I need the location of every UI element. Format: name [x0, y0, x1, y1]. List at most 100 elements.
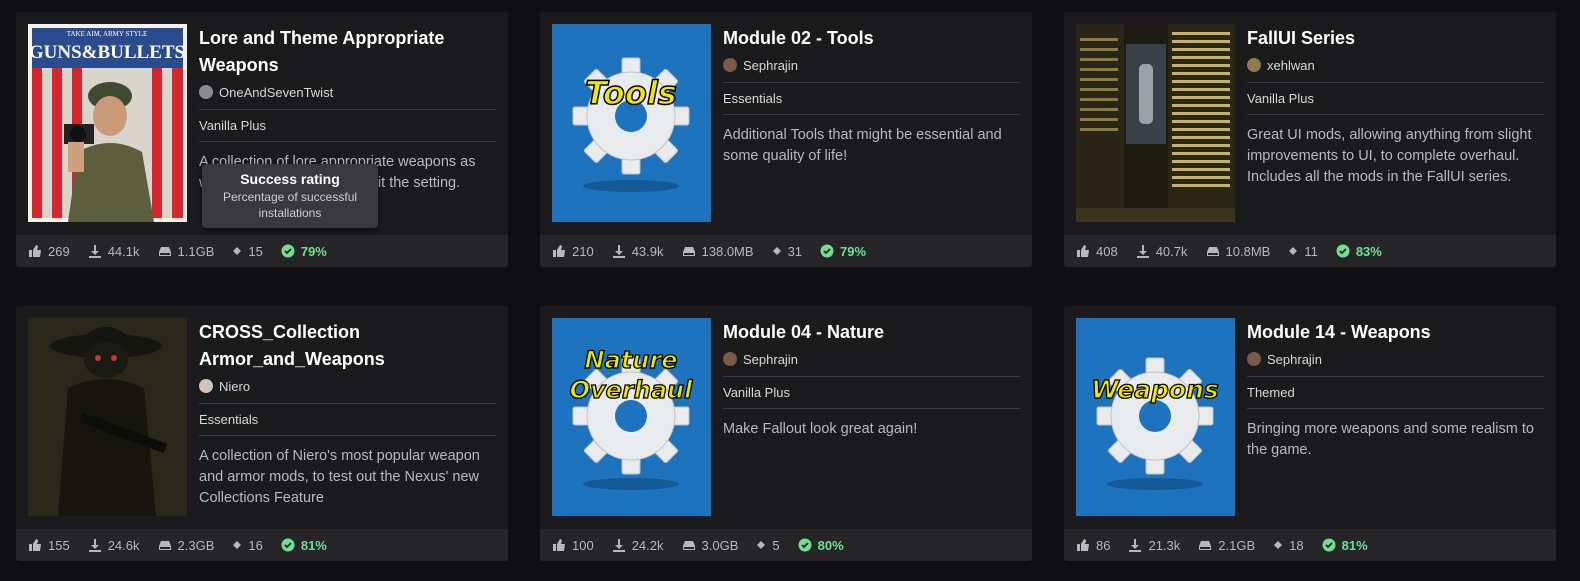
diamond-icon [233, 541, 242, 549]
svg-text:TAKE AIM, ARMY STYLE: TAKE AIM, ARMY STYLE [67, 30, 147, 38]
collection-description: Bringing more weapons and some realism t… [1247, 421, 1534, 458]
downloads-stat: 40.7k [1136, 244, 1188, 259]
download-icon [88, 245, 101, 258]
thumbnail-label-line2: Overhaul [570, 376, 694, 404]
collection-card[interactable]: TAKE AIM, ARMY STYLE GUNS&BULLETS Lore a… [16, 12, 508, 267]
thumbnail-label: Weapons [1091, 375, 1219, 404]
check-circle-icon [1322, 538, 1336, 552]
collection-card[interactable]: Tools Module 02 - Tools Sephrajin Essent… [540, 12, 1032, 267]
collection-title[interactable]: FallUI Series [1247, 25, 1544, 52]
success-rating-stat[interactable]: 79% [281, 244, 327, 259]
category-label: Themed [1247, 376, 1544, 409]
check-circle-icon [820, 244, 834, 258]
thumbs-up-icon [553, 245, 565, 257]
download-icon [88, 539, 101, 552]
category-label: Vanilla Plus [723, 376, 1020, 409]
collection-description: Additional Tools that might be essential… [723, 127, 1002, 164]
collection-thumbnail[interactable]: Weapons [1076, 318, 1235, 516]
collection-title[interactable]: CROSS_Collection Armor_and_Weapons [199, 319, 496, 373]
collection-title[interactable]: Module 02 - Tools [723, 25, 1020, 52]
gear-thumbnail: Tools [552, 24, 711, 222]
thumbs-up-icon [29, 245, 41, 257]
gear-thumbnail: Nature Overhaul [552, 318, 711, 516]
stats-bar: 155 24.6k 2.3GB 16 81% [16, 529, 508, 561]
collection-title[interactable]: Module 04 - Nature [723, 319, 1020, 346]
collection-card[interactable]: Weapons Module 14 - Weapons Sephrajin Th… [1064, 306, 1556, 561]
check-circle-icon [281, 244, 295, 258]
collections-grid: TAKE AIM, ARMY STYLE GUNS&BULLETS Lore a… [16, 12, 1556, 561]
check-circle-icon [281, 538, 295, 552]
author-avatar [723, 58, 737, 72]
author-avatar [1247, 352, 1261, 366]
download-icon [612, 539, 625, 552]
size-stat: 1.1GB [158, 244, 214, 259]
armored-soldier-image [28, 318, 187, 516]
diamond-icon [1274, 541, 1283, 549]
collection-card[interactable]: CROSS_Collection Armor_and_Weapons Niero… [16, 306, 508, 561]
author-name[interactable]: Niero [219, 379, 250, 394]
size-stat: 10.8MB [1206, 244, 1270, 259]
stats-bar: 269 44.1k 1.1GB 15 79% [16, 235, 508, 267]
author-avatar [199, 379, 213, 393]
hard-drive-icon [1199, 541, 1212, 550]
downloads-stat: 24.2k [612, 538, 664, 553]
author-avatar [723, 352, 737, 366]
thumbnail-label: Nature [585, 346, 678, 374]
downloads-stat: 24.6k [88, 538, 140, 553]
success-rating-stat[interactable]: 79% [820, 244, 866, 259]
endorsements-stat: 86 [1076, 538, 1110, 553]
thumbs-up-icon [1077, 245, 1089, 257]
stats-bar: 210 43.9k 138.0MB 31 79% [540, 235, 1032, 267]
endorsements-stat: 155 [28, 538, 70, 553]
author-name[interactable]: xehlwan [1267, 58, 1315, 73]
collection-description: Great UI mods, allowing anything from sl… [1247, 127, 1532, 185]
author[interactable]: OneAndSevenTwist [199, 83, 496, 101]
author-name[interactable]: OneAndSevenTwist [219, 85, 333, 100]
author[interactable]: xehlwan [1247, 56, 1544, 74]
collection-thumbnail[interactable]: TAKE AIM, ARMY STYLE GUNS&BULLETS [28, 24, 187, 222]
collection-thumbnail[interactable] [1076, 24, 1235, 222]
collection-thumbnail[interactable] [28, 318, 187, 516]
collection-title[interactable]: Lore and Theme Appropriate Weapons [199, 25, 496, 79]
success-rating-stat[interactable]: 81% [281, 538, 327, 553]
collection-card[interactable]: FallUI Series xehlwan Vanilla Plus Great… [1064, 12, 1556, 267]
hard-drive-icon [158, 247, 171, 256]
author[interactable]: Sephrajin [723, 56, 1020, 74]
author-name[interactable]: Sephrajin [743, 352, 798, 367]
author-avatar [1247, 58, 1261, 72]
author-name[interactable]: Sephrajin [743, 58, 798, 73]
size-stat: 2.3GB [158, 538, 214, 553]
success-rating-stat[interactable]: 81% [1322, 538, 1368, 553]
tooltip-body: Percentage of successful installations [222, 190, 358, 220]
guns-and-bullets-poster: TAKE AIM, ARMY STYLE GUNS&BULLETS [28, 24, 187, 222]
author[interactable]: Sephrajin [1247, 350, 1544, 368]
success-rating-stat[interactable]: 80% [798, 538, 844, 553]
success-rating-stat[interactable]: 83% [1336, 244, 1382, 259]
endorsements-stat: 408 [1076, 244, 1118, 259]
collection-thumbnail[interactable]: Nature Overhaul [552, 318, 711, 516]
category-label: Vanilla Plus [199, 109, 496, 142]
downloads-stat: 21.3k [1128, 538, 1180, 553]
tooltip-title: Success rating [240, 171, 340, 187]
author[interactable]: Niero [199, 377, 496, 395]
mods-count-stat: 31 [772, 244, 802, 259]
collection-thumbnail[interactable]: Tools [552, 24, 711, 222]
collection-title[interactable]: Module 14 - Weapons [1247, 319, 1544, 346]
diamond-icon [233, 247, 242, 255]
diamond-icon [772, 247, 781, 255]
collection-description: A collection of Niero's most popular wea… [199, 448, 480, 506]
endorsements-stat: 210 [552, 244, 594, 259]
author[interactable]: Sephrajin [723, 350, 1020, 368]
endorsements-stat: 100 [552, 538, 594, 553]
thumbs-up-icon [29, 539, 41, 551]
svg-text:GUNS&BULLETS: GUNS&BULLETS [29, 42, 185, 63]
diamond-icon [1289, 247, 1298, 255]
mods-count-stat: 11 [1288, 244, 1318, 259]
category-label: Vanilla Plus [1247, 82, 1544, 115]
mods-count-stat: 18 [1273, 538, 1304, 553]
mods-count-stat: 16 [232, 538, 263, 553]
collection-description: Make Fallout look great again! [723, 421, 918, 437]
fallui-screenshot [1076, 24, 1235, 222]
author-name[interactable]: Sephrajin [1267, 352, 1322, 367]
collection-card[interactable]: Nature Overhaul Module 04 - Nature Sephr… [540, 306, 1032, 561]
